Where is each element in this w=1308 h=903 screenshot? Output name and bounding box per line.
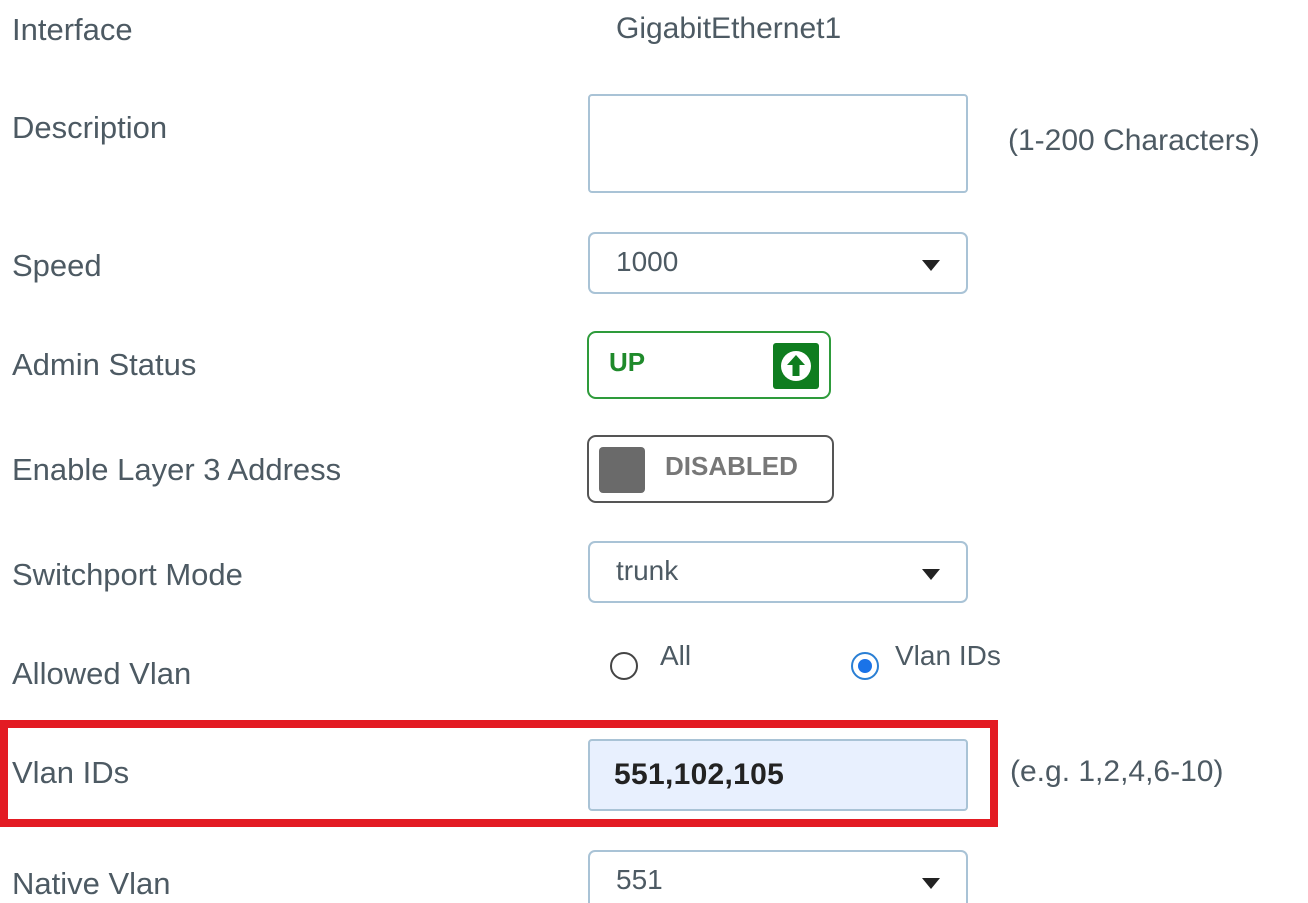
speed-label: Speed xyxy=(12,248,102,283)
layer3-state: DISABLED xyxy=(665,451,798,481)
switchport-mode-select[interactable]: trunk xyxy=(588,541,968,603)
description-hint: (1-200 Characters) xyxy=(1008,124,1260,157)
interface-value: GigabitEthernet1 xyxy=(616,12,842,45)
native-vlan-label: Native Vlan xyxy=(12,866,171,901)
admin-status-label: Admin Status xyxy=(12,347,197,382)
admin-status-state: UP xyxy=(609,347,646,377)
interface-label: Interface xyxy=(12,12,133,47)
allowed-vlan-ids-label[interactable]: Vlan IDs xyxy=(895,640,1001,672)
speed-select[interactable]: 1000 xyxy=(588,232,968,294)
allowed-vlan-label: Allowed Vlan xyxy=(12,656,192,691)
layer3-label: Enable Layer 3 Address xyxy=(12,452,342,487)
vlan-ids-input[interactable]: 551,102,105 xyxy=(588,739,968,811)
vlan-ids-value: 551,102,105 xyxy=(614,758,785,791)
chevron-down-icon xyxy=(922,569,940,580)
allowed-vlan-all-label[interactable]: All xyxy=(660,640,691,672)
description-field[interactable] xyxy=(588,94,968,193)
layer3-toggle[interactable]: DISABLED xyxy=(587,435,834,503)
description-label: Description xyxy=(12,110,168,145)
toggle-knob xyxy=(599,447,645,493)
vlan-ids-label: Vlan IDs xyxy=(12,755,130,790)
switchport-mode-label: Switchport Mode xyxy=(12,557,243,592)
arrow-up-icon xyxy=(773,343,819,389)
interface-edit-form: Interface GigabitEthernet1 Description (… xyxy=(0,0,1308,903)
admin-status-toggle[interactable]: UP xyxy=(587,331,831,399)
chevron-down-icon xyxy=(922,878,940,889)
vlan-ids-hint: (e.g. 1,2,4,6-10) xyxy=(1010,755,1224,788)
switchport-mode-selected-value: trunk xyxy=(616,555,679,586)
allowed-vlan-ids-radio[interactable] xyxy=(851,652,879,680)
speed-selected-value: 1000 xyxy=(616,246,679,277)
chevron-down-icon xyxy=(922,260,940,271)
allowed-vlan-all-radio[interactable] xyxy=(610,652,638,680)
native-vlan-select[interactable]: 551 xyxy=(588,850,968,903)
native-vlan-selected-value: 551 xyxy=(616,864,663,895)
